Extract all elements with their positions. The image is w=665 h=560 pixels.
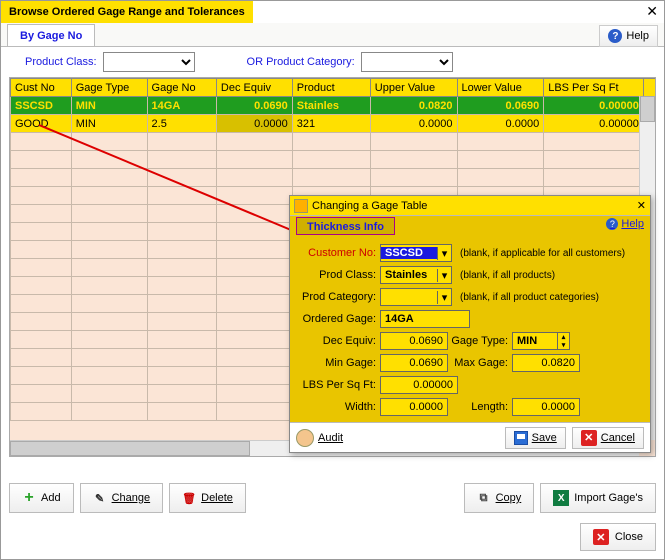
col-dec-equiv[interactable]: Dec Equiv [216, 79, 292, 97]
dialog-icon [294, 199, 308, 213]
chevron-down-icon: ▾ [437, 247, 451, 260]
delete-button[interactable]: 🗑Delete [169, 483, 246, 513]
width-label: Width: [298, 401, 380, 413]
col-cust-no[interactable]: Cust No [11, 79, 72, 97]
dialog-footer: Audit Save ✕Cancel [290, 422, 650, 452]
copy-icon: ⧉ [477, 491, 491, 505]
table-row[interactable]: SSCSD MIN 14GA 0.0690 Stainles 0.0820 0.… [11, 97, 657, 115]
save-icon [514, 431, 528, 445]
dialog-close-icon[interactable]: ✕ [637, 199, 646, 212]
prod-class-hint: (blank, if all products) [460, 270, 555, 281]
grid-header-row: Cust No Gage Type Gage No Dec Equiv Prod… [11, 79, 657, 97]
table-row [11, 151, 657, 169]
customer-no-label: Customer No: [298, 247, 380, 259]
table-row [11, 133, 657, 151]
prod-category-hint: (blank, if all product categories) [460, 292, 599, 303]
spinner-up-icon[interactable]: ▴ [558, 333, 569, 341]
product-class-select[interactable] [103, 52, 195, 72]
dialog-title-bar: Changing a Gage Table ✕ [290, 196, 650, 216]
prod-class-select[interactable]: Stainles▾ [380, 266, 452, 284]
gage-type-spinner[interactable]: MIN▴▾ [512, 332, 570, 350]
dec-equiv-input[interactable] [380, 332, 448, 350]
chevron-down-icon: ▾ [437, 269, 451, 282]
ordered-gage-label: Ordered Gage: [298, 313, 380, 325]
prod-category-label: Prod Category: [298, 291, 380, 303]
tab-strip: By Gage No ? Help [1, 23, 664, 47]
min-gage-label: Min Gage: [298, 357, 380, 369]
prod-class-label: Prod Class: [298, 269, 380, 281]
tab-thickness-info[interactable]: Thickness Info [296, 217, 395, 235]
close-icon[interactable]: ✕ [646, 3, 658, 20]
copy-button[interactable]: ⧉Copy [464, 483, 535, 513]
title-bar: Browse Ordered Gage Range and Tolerances… [1, 1, 664, 23]
table-row [11, 169, 657, 187]
col-product[interactable]: Product [292, 79, 370, 97]
help-label: Help [626, 30, 649, 42]
col-gage-no[interactable]: Gage No [147, 79, 216, 97]
customer-no-select[interactable]: SSCSD▾ [380, 244, 452, 262]
close-button[interactable]: ✕Close [580, 523, 656, 551]
dialog-body: Customer No: SSCSD▾ (blank, if applicabl… [290, 236, 650, 422]
col-upper-value[interactable]: Upper Value [370, 79, 457, 97]
scrollbar-thumb[interactable] [640, 96, 655, 122]
gage-type-label: Gage Type: [448, 335, 512, 347]
import-gages-button[interactable]: XImport Gage's [540, 483, 656, 513]
length-label: Length: [448, 401, 512, 413]
dialog-tab-strip: Thickness Info ?Help [290, 216, 650, 236]
col-overflow [643, 79, 656, 97]
window-title: Browse Ordered Gage Range and Tolerances [1, 1, 253, 23]
prod-category-select[interactable]: ▾ [380, 288, 452, 306]
lbs-per-sq-ft-label: LBS Per Sq Ft: [298, 379, 380, 391]
plus-icon: + [22, 491, 36, 505]
product-class-label: Product Class: [25, 56, 97, 68]
pencil-icon: ✎ [93, 491, 107, 505]
help-icon: ? [606, 218, 618, 230]
cancel-icon: ✕ [581, 430, 597, 446]
product-category-select[interactable] [361, 52, 453, 72]
dialog-changing-gage-table: Changing a Gage Table ✕ Thickness Info ?… [289, 195, 651, 453]
dec-equiv-label: Dec Equiv: [298, 335, 380, 347]
filter-bar: Product Class: OR Product Category: [1, 47, 664, 77]
ordered-gage-value[interactable]: 14GA [380, 310, 470, 328]
chevron-down-icon: ▾ [437, 291, 451, 304]
col-gage-type[interactable]: Gage Type [71, 79, 147, 97]
person-icon [296, 429, 314, 447]
col-lower-value[interactable]: Lower Value [457, 79, 544, 97]
max-gage-input[interactable] [512, 354, 580, 372]
help-icon: ? [608, 29, 622, 43]
product-category-label: OR Product Category: [247, 56, 355, 68]
close-icon: ✕ [593, 529, 609, 545]
footer: ✕Close [580, 523, 656, 551]
cancel-button[interactable]: ✕Cancel [572, 427, 644, 449]
spinner-down-icon[interactable]: ▾ [558, 341, 569, 349]
help-button[interactable]: ? Help [599, 25, 658, 47]
audit-button[interactable]: Audit [296, 429, 343, 447]
col-lbs-per-sq-ft[interactable]: LBS Per Sq Ft [544, 79, 644, 97]
customer-hint: (blank, if applicable for all customers) [460, 248, 625, 259]
max-gage-label: Max Gage: [448, 357, 512, 369]
main-toolbar: +Add ✎Change 🗑Delete ⧉Copy XImport Gage'… [9, 481, 656, 515]
excel-icon: X [553, 490, 569, 506]
add-button[interactable]: +Add [9, 483, 74, 513]
table-row[interactable]: GOOD MIN 2.5 0.0000 321 0.0000 0.0000 0.… [11, 115, 657, 133]
width-input[interactable] [380, 398, 448, 416]
length-input[interactable] [512, 398, 580, 416]
scrollbar-thumb[interactable] [10, 441, 250, 456]
min-gage-input[interactable] [380, 354, 448, 372]
trash-icon: 🗑 [182, 491, 196, 505]
dialog-help-link[interactable]: ?Help [606, 218, 644, 230]
change-button[interactable]: ✎Change [80, 483, 164, 513]
save-button[interactable]: Save [505, 427, 566, 449]
dialog-title: Changing a Gage Table [312, 200, 427, 212]
lbs-per-sq-ft-input[interactable] [380, 376, 458, 394]
tab-by-gage-no[interactable]: By Gage No [7, 24, 95, 46]
